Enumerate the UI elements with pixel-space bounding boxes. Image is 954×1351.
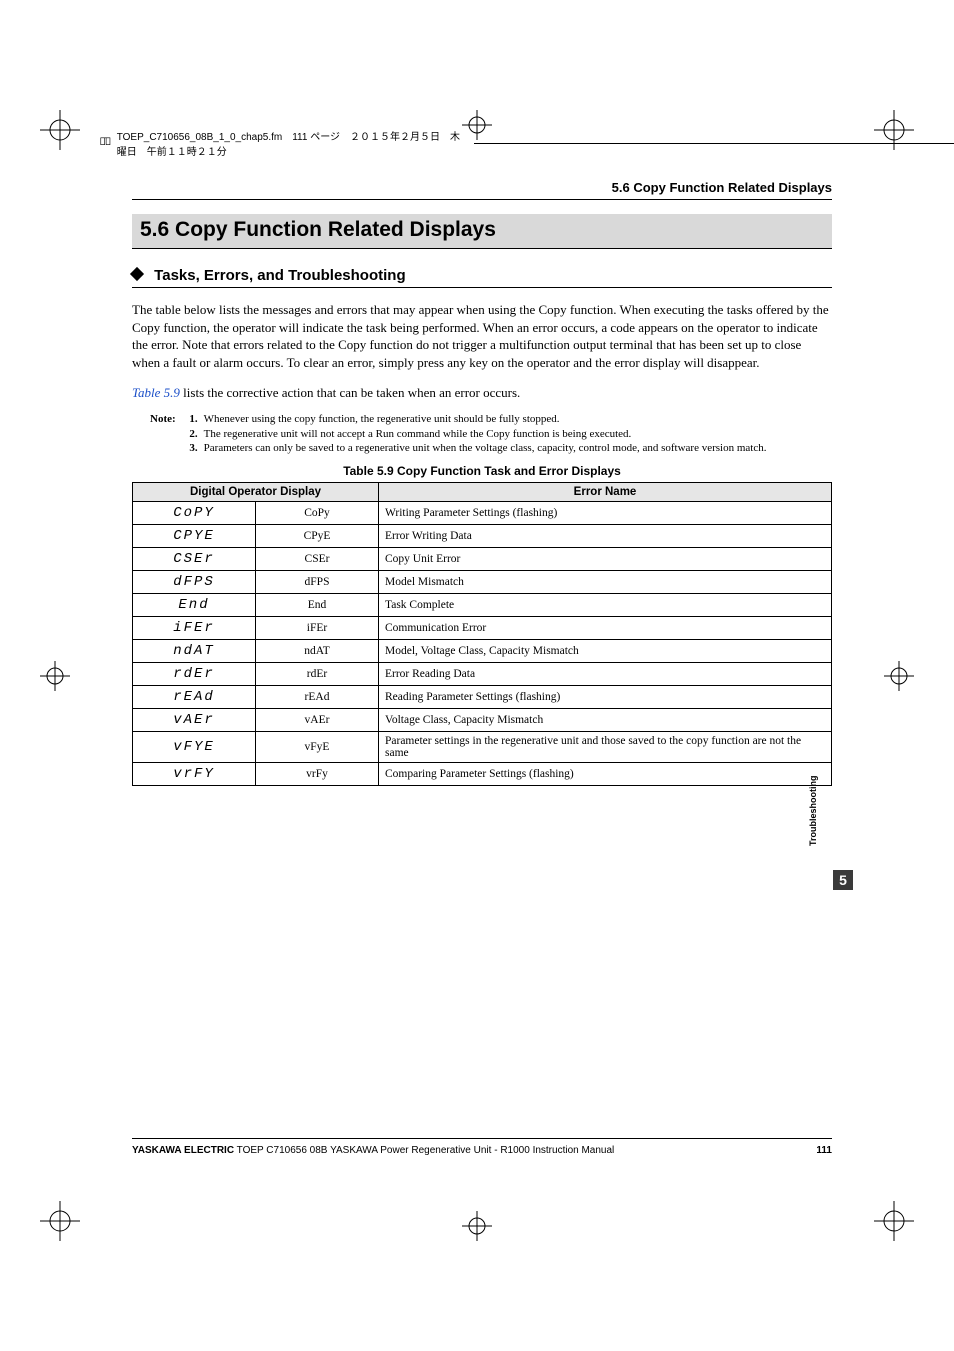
error-name-cell: Error Writing Data — [379, 525, 832, 548]
note-number: 1. — [182, 412, 198, 427]
framemaker-header: TOEP_C710656_08B_1_0_chap5.fm 111 ページ ２０… — [100, 128, 954, 158]
segment-display-cell: End — [133, 594, 256, 617]
subheading: Tasks, Errors, and Troubleshooting — [132, 267, 832, 288]
error-name-cell: Model, Voltage Class, Capacity Mismatch — [379, 640, 832, 663]
error-name-cell: Reading Parameter Settings (flashing) — [379, 686, 832, 709]
body-paragraph-1: The table below lists the messages and e… — [132, 301, 832, 371]
chapter-tab: Troubleshooting 5 — [832, 860, 854, 890]
error-name-cell: Communication Error — [379, 617, 832, 640]
error-name-cell: Writing Parameter Settings (flashing) — [379, 502, 832, 525]
table-row: EndEndTask Complete — [133, 594, 832, 617]
error-name-cell: Model Mismatch — [379, 571, 832, 594]
error-name-cell: Parameter settings in the regenerative u… — [379, 732, 832, 763]
code-cell: rdEr — [256, 663, 379, 686]
running-head: 5.6 Copy Function Related Displays — [132, 180, 832, 200]
segment-display-cell: CSEr — [133, 548, 256, 571]
code-cell: End — [256, 594, 379, 617]
code-cell: vrFy — [256, 763, 379, 786]
segment-display-cell: rdEr — [133, 663, 256, 686]
error-name-cell: Comparing Parameter Settings (flashing) — [379, 763, 832, 786]
segment-display-cell: CPYE — [133, 525, 256, 548]
code-cell: ndAT — [256, 640, 379, 663]
table-row: dFPSdFPSModel Mismatch — [133, 571, 832, 594]
segment-display-cell: CoPY — [133, 502, 256, 525]
code-cell: CSEr — [256, 548, 379, 571]
code-cell: CoPy — [256, 502, 379, 525]
framemaker-header-text: TOEP_C710656_08B_1_0_chap5.fm 111 ページ ２０… — [117, 128, 464, 158]
table-row: CSErCSErCopy Unit Error — [133, 548, 832, 571]
page-footer: YASKAWA ELECTRIC TOEP C710656 08B YASKAW… — [132, 1138, 832, 1156]
error-name-cell: Copy Unit Error — [379, 548, 832, 571]
segment-display-cell: iFEr — [133, 617, 256, 640]
note-number: 3. — [182, 441, 198, 456]
table-row: ndATndATModel, Voltage Class, Capacity M… — [133, 640, 832, 663]
th-digital-operator-display: Digital Operator Display — [133, 483, 379, 502]
chapter-tab-label: Troubleshooting — [808, 824, 818, 846]
registration-mark-right — [884, 661, 914, 691]
segment-display-cell: dFPS — [133, 571, 256, 594]
note-text: Whenever using the copy function, the re… — [204, 412, 832, 427]
table-caption: Table 5.9 Copy Function Task and Error D… — [132, 464, 832, 478]
table-row: rEAdrEAdReading Parameter Settings (flas… — [133, 686, 832, 709]
segment-display-cell: vFYE — [133, 732, 256, 763]
crop-mark-tl — [40, 110, 80, 150]
table-row: vFYEvFyEParameter settings in the regene… — [133, 732, 832, 763]
error-name-cell: Voltage Class, Capacity Mismatch — [379, 709, 832, 732]
segment-display-cell: ndAT — [133, 640, 256, 663]
footer-company: YASKAWA ELECTRIC — [132, 1145, 234, 1156]
table-row: vrFYvrFyComparing Parameter Settings (fl… — [133, 763, 832, 786]
registration-mark-left — [40, 661, 70, 691]
th-error-name: Error Name — [379, 483, 832, 502]
note-block: Note: 1. Whenever using the copy functio… — [150, 412, 832, 457]
note-text: The regenerative unit will not accept a … — [204, 427, 832, 442]
segment-display-cell: vrFY — [133, 763, 256, 786]
table-row: vAErvAErVoltage Class, Capacity Mismatch — [133, 709, 832, 732]
crop-mark-br — [874, 1201, 914, 1241]
header-rule — [474, 143, 954, 144]
body-paragraph-2-tail: lists the corrective action that can be … — [180, 385, 520, 400]
book-icon — [100, 137, 111, 149]
section-title: 5.6 Copy Function Related Displays — [132, 214, 832, 249]
footer-left: YASKAWA ELECTRIC TOEP C710656 08B YASKAW… — [132, 1145, 614, 1156]
code-cell: vAEr — [256, 709, 379, 732]
code-cell: vFyE — [256, 732, 379, 763]
note-label: Note: — [150, 412, 176, 427]
table-row: CoPYCoPyWriting Parameter Settings (flas… — [133, 502, 832, 525]
diamond-icon — [130, 267, 144, 281]
note-text: Parameters can only be saved to a regene… — [204, 441, 832, 456]
page-number: 111 — [816, 1145, 832, 1156]
error-name-cell: Task Complete — [379, 594, 832, 617]
code-cell: CPyE — [256, 525, 379, 548]
footer-doc-title: TOEP C710656 08B YASKAWA Power Regenerat… — [234, 1145, 614, 1156]
table-row: CPYECPyEError Writing Data — [133, 525, 832, 548]
table-row: iFEriFErCommunication Error — [133, 617, 832, 640]
table-reference-link[interactable]: Table 5.9 — [132, 385, 180, 400]
registration-mark-bottom — [462, 1211, 492, 1241]
note-number: 2. — [182, 427, 198, 442]
table-row: rdErrdErError Reading Data — [133, 663, 832, 686]
code-cell: iFEr — [256, 617, 379, 640]
error-display-table: Digital Operator Display Error Name CoPY… — [132, 482, 832, 786]
error-name-cell: Error Reading Data — [379, 663, 832, 686]
chapter-tab-number: 5 — [833, 870, 853, 890]
subheading-text: Tasks, Errors, and Troubleshooting — [154, 267, 405, 284]
body-paragraph-2: Table 5.9 lists the corrective action th… — [132, 384, 832, 402]
code-cell: dFPS — [256, 571, 379, 594]
segment-display-cell: rEAd — [133, 686, 256, 709]
segment-display-cell: vAEr — [133, 709, 256, 732]
crop-mark-bl — [40, 1201, 80, 1241]
code-cell: rEAd — [256, 686, 379, 709]
